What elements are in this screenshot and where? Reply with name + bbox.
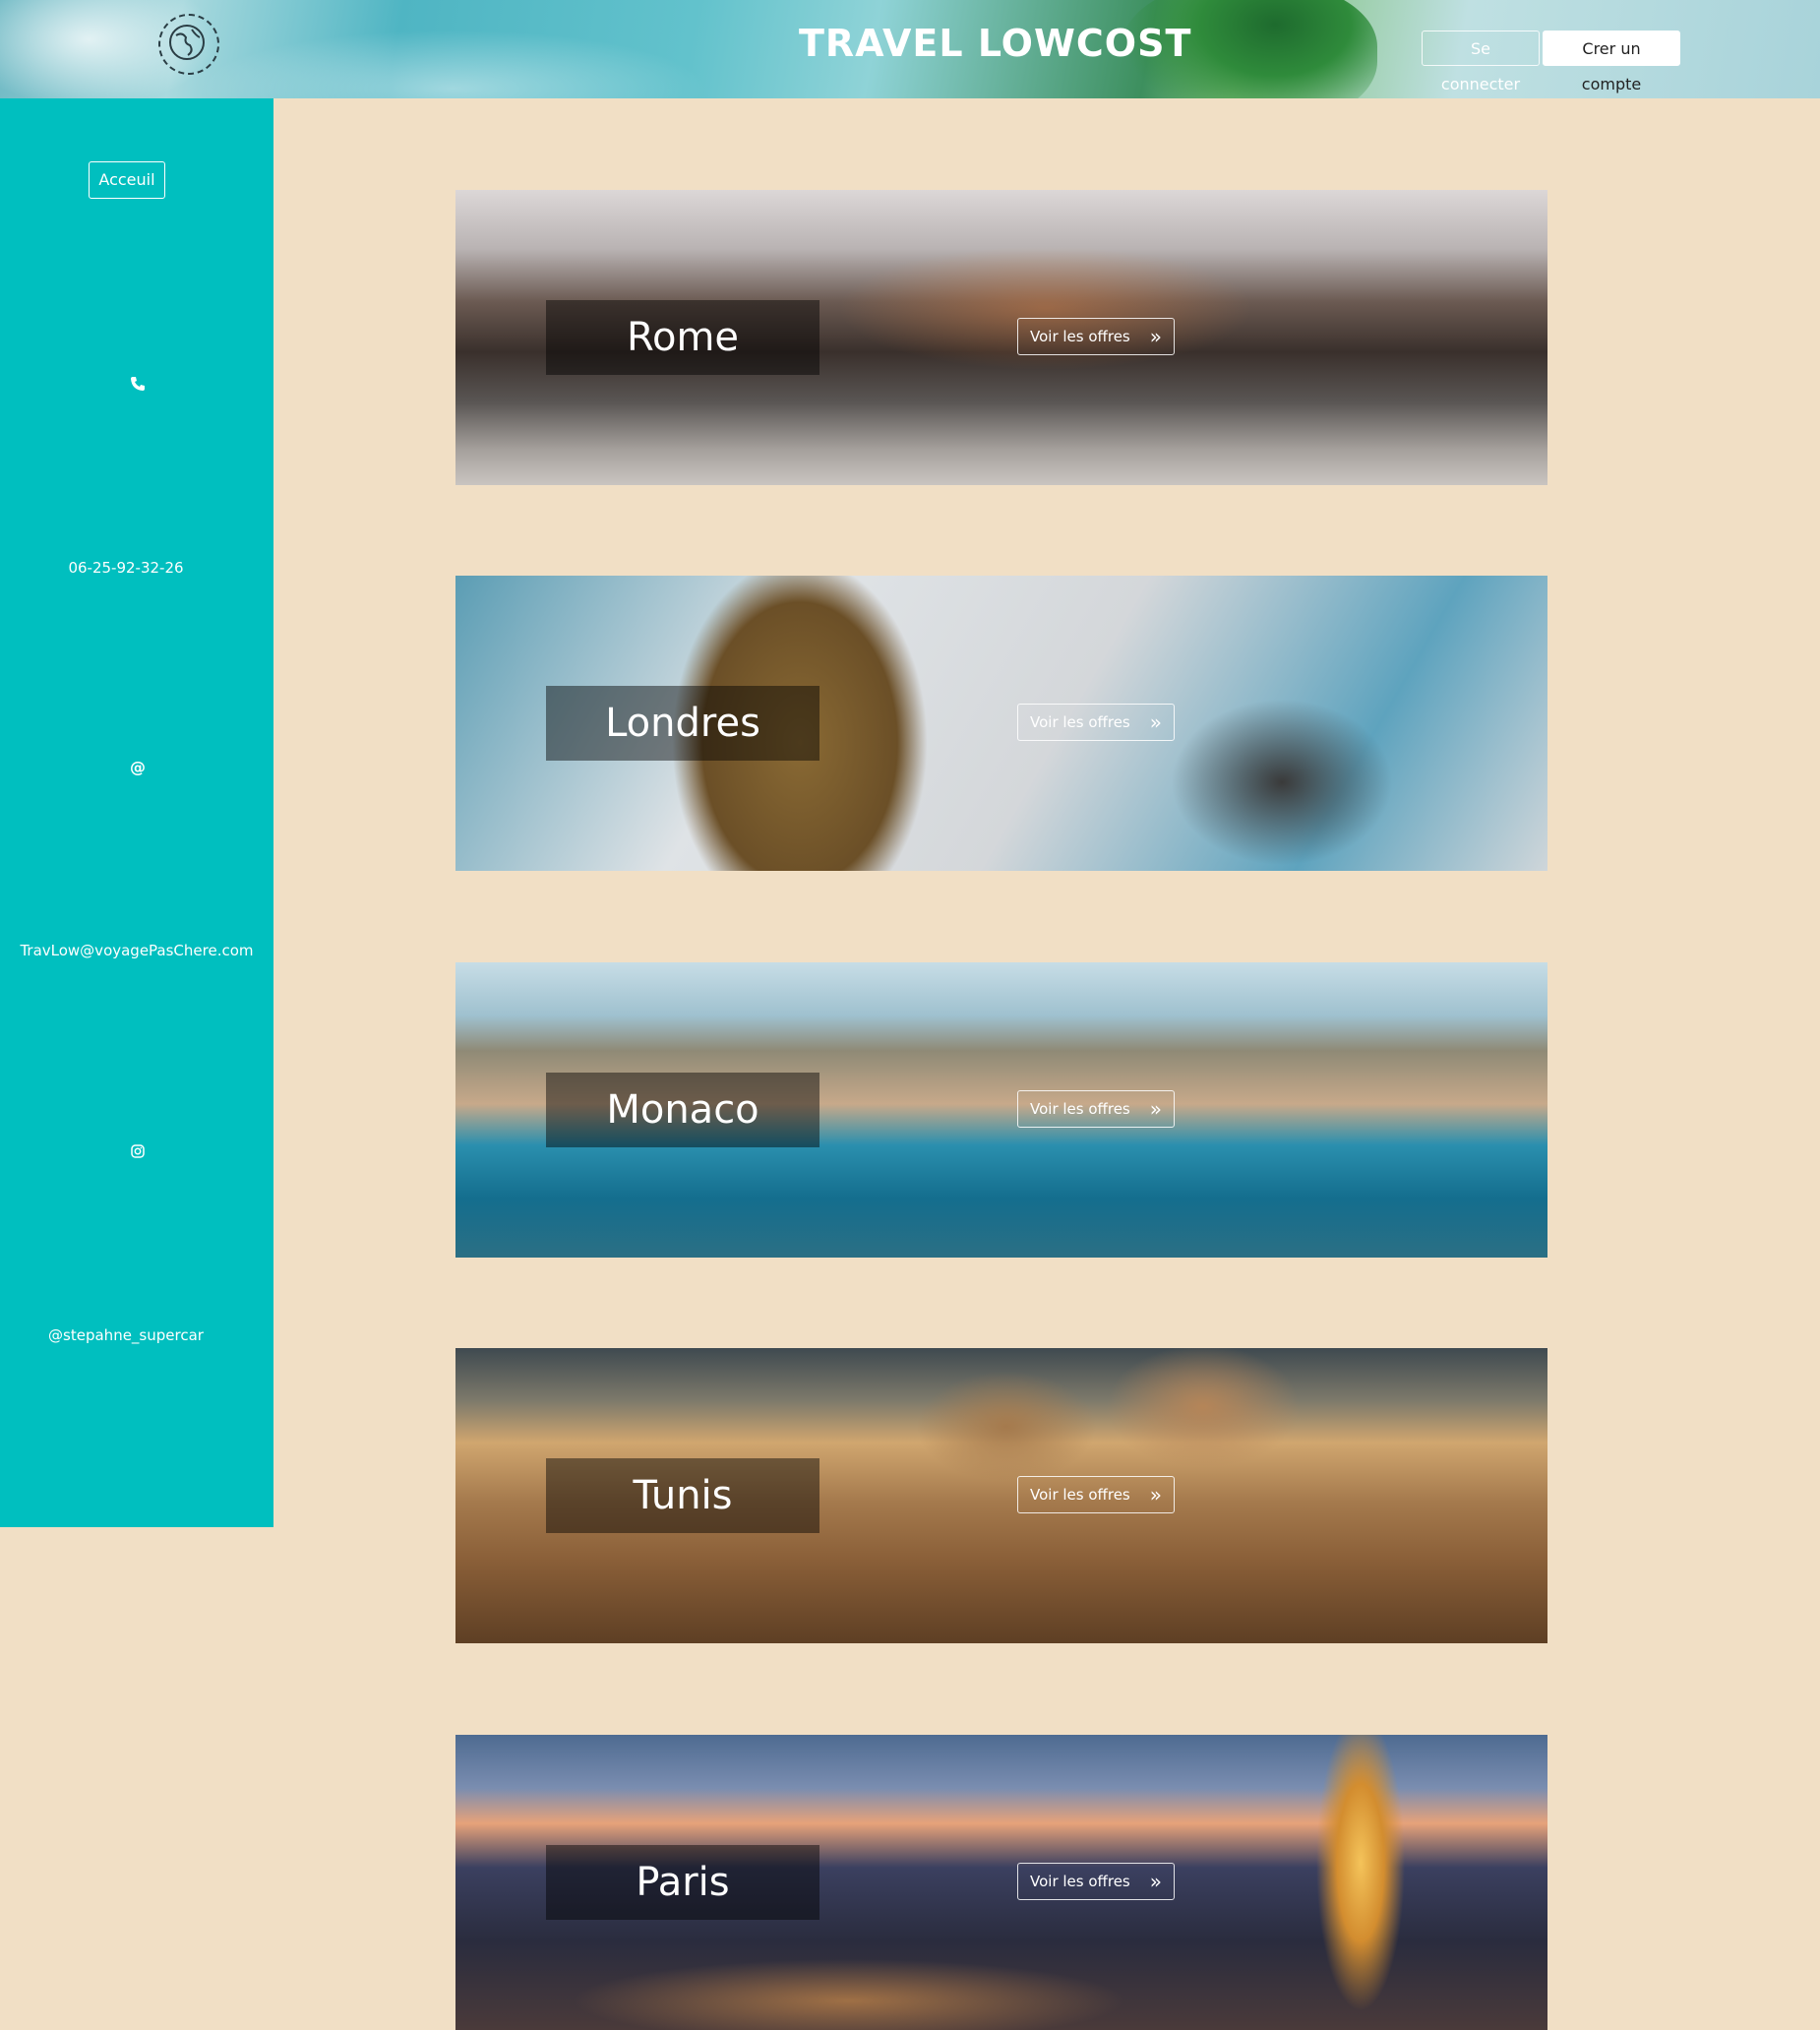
double-chevron-right-icon: » bbox=[1149, 1870, 1162, 1893]
phone-icon bbox=[128, 376, 148, 396]
globe-icon[interactable] bbox=[158, 14, 219, 75]
city-name: Paris bbox=[636, 1860, 730, 1905]
double-chevron-right-icon: » bbox=[1149, 710, 1162, 734]
city-name: Monaco bbox=[606, 1087, 759, 1133]
double-chevron-right-icon: » bbox=[1149, 1097, 1162, 1121]
signup-button[interactable]: Crer un compte bbox=[1543, 31, 1680, 93]
sidebar: Acceuil 06-25-92-32-26 @ TravLow@voyageP… bbox=[0, 98, 273, 1527]
view-offers-button[interactable]: Voir les offres » bbox=[1017, 704, 1175, 741]
site-title: TRAVEL LOWCOST bbox=[799, 22, 1192, 65]
home-button[interactable]: Acceuil bbox=[89, 161, 165, 199]
at-icon: @ bbox=[130, 758, 146, 776]
phone-number: 06-25-92-32-26 bbox=[68, 559, 184, 577]
destination-card-tunis[interactable]: Tunis Voir les offres » bbox=[455, 1348, 1547, 1643]
destination-card-rome[interactable]: Rome Voir les offres » bbox=[455, 190, 1547, 485]
instagram-handle[interactable]: @stepahne_supercar bbox=[0, 1326, 252, 1344]
login-button[interactable]: Se connecter bbox=[1422, 31, 1540, 93]
view-offers-label: Voir les offres bbox=[1030, 1486, 1130, 1504]
view-offers-button[interactable]: Voir les offres » bbox=[1017, 318, 1175, 355]
view-offers-button[interactable]: Voir les offres » bbox=[1017, 1090, 1175, 1128]
header-water-decoration bbox=[197, 30, 708, 98]
double-chevron-right-icon: » bbox=[1149, 325, 1162, 348]
view-offers-label: Voir les offres bbox=[1030, 1100, 1130, 1118]
view-offers-button[interactable]: Voir les offres » bbox=[1017, 1863, 1175, 1900]
view-offers-label: Voir les offres bbox=[1030, 328, 1130, 345]
destination-card-paris[interactable]: Paris Voir les offres » bbox=[455, 1735, 1547, 2030]
double-chevron-right-icon: » bbox=[1149, 1483, 1162, 1507]
destination-card-monaco[interactable]: Monaco Voir les offres » bbox=[455, 962, 1547, 1258]
city-name: Londres bbox=[605, 701, 760, 746]
site-header: TRAVEL LOWCOST Se connecter Crer un comp… bbox=[0, 0, 1820, 98]
instagram-icon bbox=[128, 1143, 148, 1162]
email-address[interactable]: TravLow@voyagePasChere.com bbox=[0, 942, 273, 959]
city-name: Rome bbox=[626, 315, 740, 360]
city-name: Tunis bbox=[633, 1473, 733, 1518]
view-offers-label: Voir les offres bbox=[1030, 713, 1130, 731]
view-offers-button[interactable]: Voir les offres » bbox=[1017, 1476, 1175, 1513]
destination-card-londres[interactable]: Londres Voir les offres » bbox=[455, 576, 1547, 871]
view-offers-label: Voir les offres bbox=[1030, 1873, 1130, 1890]
